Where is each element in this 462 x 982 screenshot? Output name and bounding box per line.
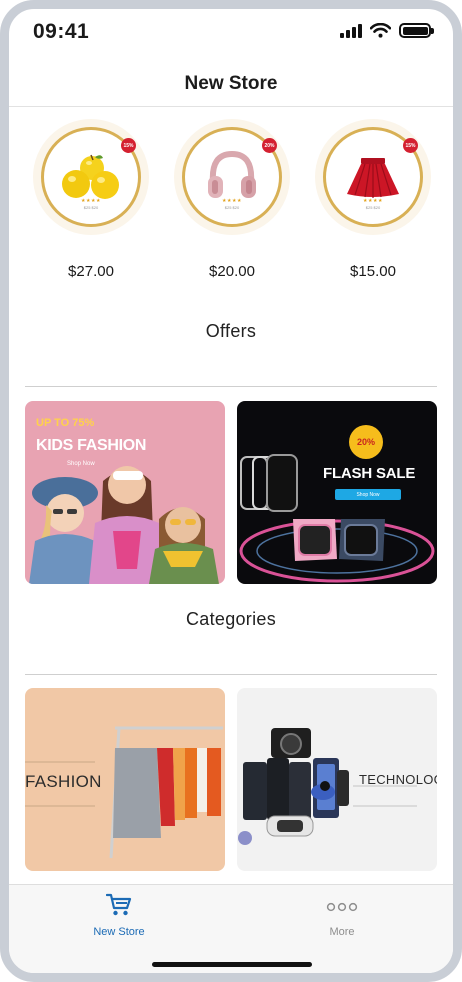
- rating-stars: ★★★★: [222, 198, 242, 204]
- phone-frame: 09:41 New Store 15% ★★★★ $25 $20 $27.00 …: [0, 0, 462, 982]
- home-indicator[interactable]: [152, 962, 312, 967]
- product-card-skirt[interactable]: 15% ★★★★ $25 $20 $15.00: [313, 119, 433, 280]
- category-label: TECHNOLOG: [359, 772, 437, 787]
- offers-title: Offers: [205, 321, 257, 341]
- cart-icon: [105, 893, 132, 916]
- more-icon: [326, 902, 358, 912]
- mini-price: $25 $20: [83, 205, 99, 210]
- product-ring: 20% ★★★★ $25 $20: [182, 127, 282, 227]
- product-image-frame: 20% ★★★★ $25 $20: [174, 119, 290, 235]
- banner-cta: Shop Now: [335, 489, 401, 500]
- status-icons: [340, 23, 434, 38]
- discount-badge: 15%: [403, 138, 418, 153]
- wifi-icon: [370, 23, 391, 38]
- product-image-frame: 15% ★★★★ $25 $20: [33, 119, 149, 235]
- discount-badge: 15%: [121, 138, 136, 153]
- skirt-image: [347, 158, 399, 198]
- tab-more[interactable]: More: [277, 893, 407, 938]
- mini-price: $25 $20: [224, 205, 240, 210]
- product-price: $27.00: [68, 263, 114, 280]
- mini-price: $25 $20: [365, 205, 381, 210]
- tab-label: More: [329, 926, 355, 938]
- tab-label: New Store: [93, 926, 145, 938]
- tab-new-store[interactable]: New Store: [54, 893, 184, 938]
- navigation-bar: New Store: [9, 59, 453, 107]
- status-bar: 09:41: [9, 9, 453, 55]
- categories-title: Categories: [185, 609, 277, 629]
- product-card-headphones[interactable]: 20% ★★★★ $25 $20 $20.00: [172, 119, 292, 280]
- banner-title: FLASH SALE: [323, 465, 416, 482]
- battery-icon: [399, 23, 434, 38]
- rating-stars: ★★★★: [363, 198, 383, 204]
- product-ring: 15% ★★★★ $25 $20: [323, 127, 423, 227]
- categories-divider: [25, 674, 437, 675]
- offer-banner-flash-sale[interactable]: 20% FLASH SALE Shop Now: [237, 401, 437, 584]
- rating-stars: ★★★★: [81, 198, 101, 204]
- category-label: FASHION: [25, 772, 102, 791]
- offers-divider: [25, 386, 437, 387]
- product-ring: 15% ★★★★ $25 $20: [41, 127, 141, 227]
- status-time: 09:41: [33, 20, 90, 43]
- product-price: $20.00: [209, 263, 255, 280]
- kids-illustration: [29, 466, 219, 584]
- product-card-apples[interactable]: 15% ★★★★ $25 $20 $27.00: [31, 119, 151, 280]
- category-card-fashion[interactable]: FASHION: [25, 688, 225, 871]
- signal-icon: [340, 23, 362, 38]
- product-price: $15.00: [350, 263, 396, 280]
- product-image-frame: 15% ★★★★ $25 $20: [315, 119, 431, 235]
- sale-badge: 20%: [349, 425, 383, 459]
- category-card-technology[interactable]: TECHNOLOG: [237, 688, 437, 871]
- apples-image: [62, 154, 119, 199]
- tab-bar: New Store More: [9, 884, 453, 973]
- page-title: New Store: [184, 73, 278, 94]
- discount-badge: 20%: [262, 138, 277, 153]
- offer-banner-kids-fashion[interactable]: UP TO 75% KIDS FASHION Shop Now: [25, 401, 225, 584]
